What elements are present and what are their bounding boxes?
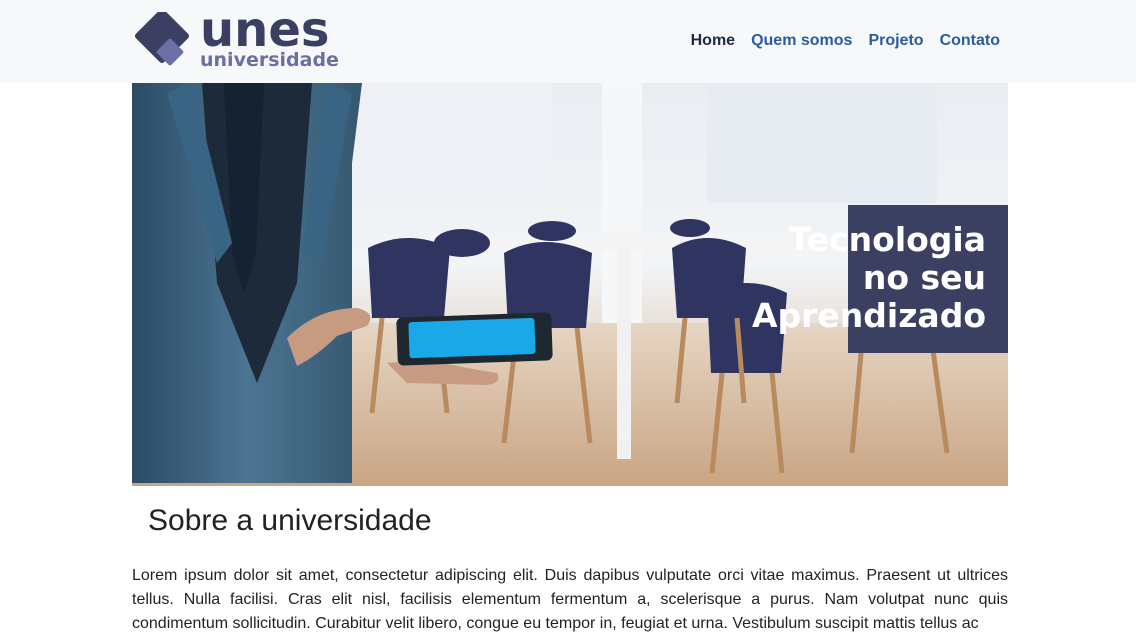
hero-caption: Tecnologia no seu Aprendizado (752, 205, 1008, 353)
logo-diamond-icon (134, 12, 190, 66)
header-container: unes universidade Home Quem somos Projet… (132, 0, 1008, 83)
hero-caption-line-2: no seu (862, 258, 986, 297)
section-body-text: Lorem ipsum dolor sit amet, consectetur … (132, 567, 1008, 632)
nav-link-projeto[interactable]: Projeto (868, 32, 923, 50)
section-title: Sobre a universidade (148, 504, 432, 537)
logo-subtitle: universidade (200, 49, 339, 71)
hero-banner: Tecnologia no seu Aprendizado (132, 83, 1008, 486)
logo-wordmark: unes (200, 2, 330, 58)
nav-link-home[interactable]: Home (691, 32, 735, 50)
main-nav: Home Quem somos Projeto Contato (691, 32, 1000, 50)
nav-link-contato[interactable]: Contato (940, 32, 1000, 50)
site-header: unes universidade Home Quem somos Projet… (0, 0, 1136, 83)
hero-caption-line-3: Aprendizado (751, 296, 986, 335)
hero-caption-line-1: Tecnologia (788, 220, 986, 259)
logo[interactable]: unes universidade (132, 6, 352, 72)
nav-link-quem-somos[interactable]: Quem somos (751, 32, 852, 50)
